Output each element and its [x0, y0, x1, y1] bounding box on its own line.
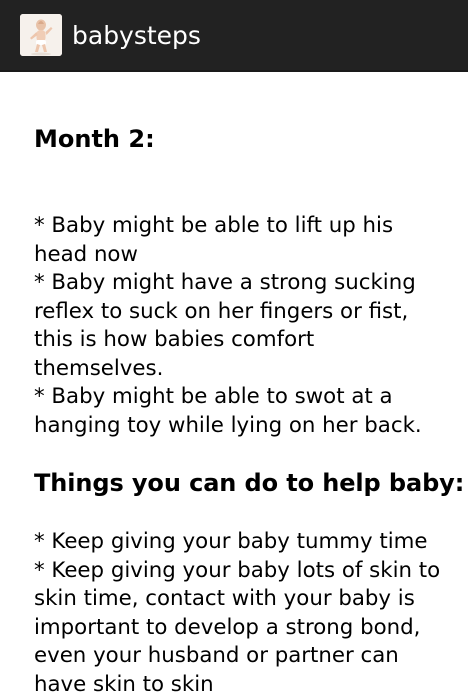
- text-line: important to develop a strong bond,: [34, 614, 421, 640]
- text-line: hanging toy while lying on her back.: [34, 412, 422, 438]
- help-text: * Keep giving your baby tummy time * Kee…: [34, 528, 454, 699]
- text-line: * Keep giving your baby lots of skin to: [34, 557, 441, 583]
- text-line: reflex to suck on her fingers or fist,: [34, 298, 409, 324]
- baby-figure-icon: [20, 14, 62, 56]
- text-line: * Keep giving your baby tummy time: [34, 529, 428, 554]
- text-line: head now: [34, 241, 138, 267]
- help-heading: Things you can do to help baby:: [34, 469, 465, 497]
- text-line: skin time, contact with your baby is: [34, 586, 415, 611]
- baby-photo-icon[interactable]: [20, 14, 62, 56]
- text-line: this is how babies comfort: [34, 327, 315, 352]
- month-heading: Month 2:: [34, 125, 155, 153]
- text-line: * Baby might have a strong sucking: [34, 270, 416, 295]
- text-line: * Baby might be able to swot at a: [34, 384, 393, 409]
- text-line: have skin to skin: [34, 671, 214, 697]
- app-title: babysteps: [72, 21, 201, 50]
- text-line: themselves.: [34, 355, 164, 381]
- text-line: * Baby might be able to lift up his: [34, 213, 394, 238]
- text-line: even your husband or partner can: [34, 643, 399, 668]
- milestones-text: * Baby might be able to lift up his head…: [34, 212, 454, 440]
- action-bar: babysteps: [0, 0, 468, 72]
